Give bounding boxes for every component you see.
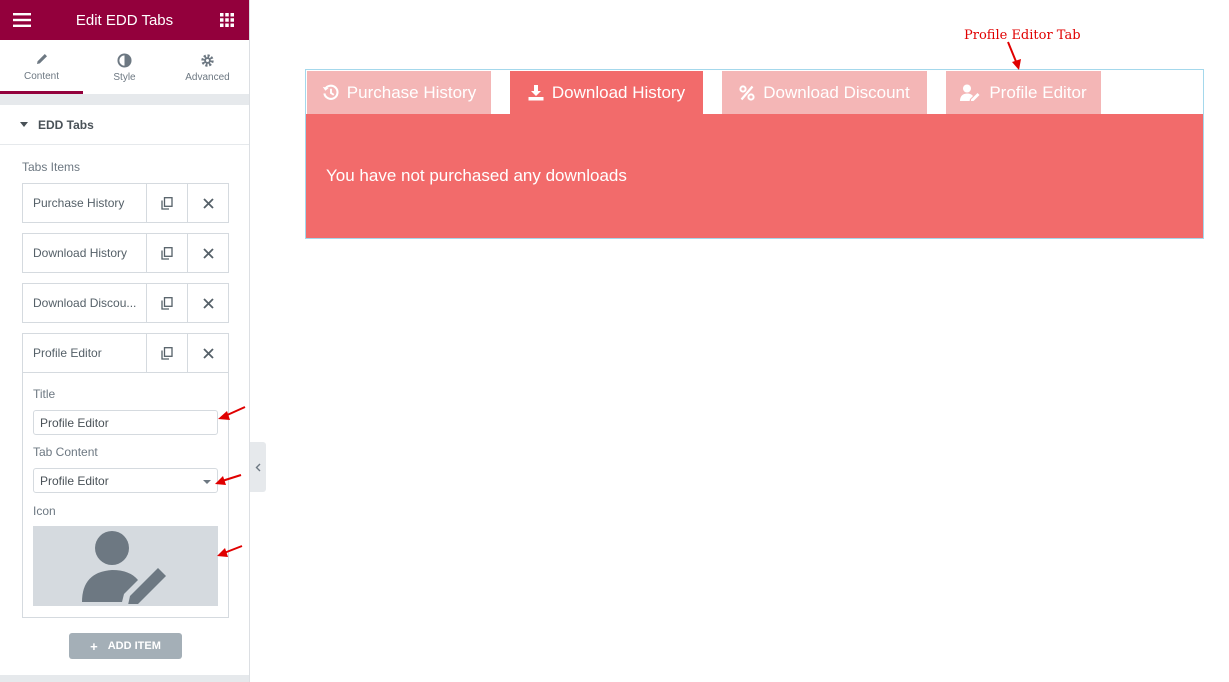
icon-picker[interactable] <box>33 526 218 606</box>
repeater-item: Download History <box>22 233 229 273</box>
tab-label: Purchase History <box>346 82 477 102</box>
edd-tabs-widget: Purchase History Download History Downlo… <box>305 69 1204 239</box>
user-edit-icon <box>960 84 981 101</box>
annotation-arrow <box>218 406 246 420</box>
tab-download-history[interactable]: Download History <box>510 71 703 114</box>
repeater-item-title[interactable]: Purchase History <box>23 184 146 222</box>
panel-tabs: Content Style Advanced <box>0 40 249 95</box>
title-input[interactable]: Profile Editor <box>33 410 218 435</box>
pencil-icon <box>35 50 49 68</box>
tab-label: Download Discount <box>763 82 910 102</box>
sidebar-title: Edit EDD Tabs <box>75 11 174 29</box>
section-edd-tabs[interactable]: EDD Tabs <box>0 105 249 145</box>
tab-label: Download History <box>551 82 686 102</box>
chevron-left-icon <box>255 463 261 471</box>
tab-profile-editor[interactable]: Profile Editor <box>946 71 1101 114</box>
tab-content-area: You have not purchased any downloads <box>306 114 1203 238</box>
annotation-arrow <box>1007 41 1021 70</box>
tab-purchase-history[interactable]: Purchase History <box>307 71 491 114</box>
duplicate-icon[interactable] <box>146 234 187 272</box>
sidebar-header: Edit EDD Tabs <box>0 0 249 40</box>
add-item-label: ADD ITEM <box>107 640 161 652</box>
duplicate-icon[interactable] <box>146 284 187 322</box>
close-icon[interactable] <box>187 184 228 222</box>
repeater-item-fields: Title Profile Editor Tab Content Profile… <box>22 373 229 618</box>
hamburger-menu-icon[interactable] <box>12 10 32 30</box>
tab-style-label: Style <box>113 72 136 83</box>
tab-content-field-label: Tab Content <box>33 445 98 459</box>
duplicate-icon[interactable] <box>146 184 187 222</box>
page: Edit EDD Tabs Content Style Advanced EDD… <box>0 0 1229 682</box>
editor-sidebar: Edit EDD Tabs Content Style Advanced EDD… <box>0 0 250 682</box>
tab-content-label: Content <box>23 70 60 82</box>
add-item-button[interactable]: + ADD ITEM <box>69 633 182 659</box>
repeater-item-title[interactable]: Download Discou... <box>23 284 146 322</box>
percent-icon <box>739 84 755 101</box>
annotation-arrow <box>217 545 243 557</box>
tab-advanced-label: Advanced <box>185 72 230 83</box>
icon-field-label: Icon <box>33 504 56 518</box>
tab-label: Profile Editor <box>989 82 1087 102</box>
tab-style[interactable]: Style <box>83 40 166 94</box>
user-edit-icon <box>81 531 166 604</box>
tab-advanced[interactable]: Advanced <box>166 40 249 94</box>
title-field-label: Title <box>33 387 56 401</box>
tab-content[interactable]: Content <box>0 40 83 94</box>
content-message: You have not purchased any downloads <box>326 166 627 185</box>
close-icon[interactable] <box>187 284 228 322</box>
widgets-grid-icon[interactable] <box>217 10 237 30</box>
close-icon[interactable] <box>187 334 228 372</box>
annotation-arrow <box>215 474 242 485</box>
caret-down-icon <box>20 122 28 127</box>
tabs-items-label: Tabs Items <box>22 160 81 174</box>
tab-download-discount[interactable]: Download Discount <box>722 71 927 114</box>
plus-icon: + <box>90 638 98 654</box>
repeater-item-title[interactable]: Profile Editor <box>23 334 146 372</box>
collapse-panel-button[interactable] <box>250 442 266 492</box>
chevron-down-icon <box>203 480 211 484</box>
contrast-icon <box>117 51 132 69</box>
tab-content-select[interactable]: Profile Editor <box>33 468 218 493</box>
section-title: EDD Tabs <box>38 117 94 132</box>
close-icon[interactable] <box>187 234 228 272</box>
duplicate-icon[interactable] <box>146 334 187 372</box>
repeater-item: Purchase History <box>22 183 229 223</box>
gear-icon <box>200 51 215 69</box>
repeater-item: Download Discou... <box>22 283 229 323</box>
repeater-item-expanded: Profile Editor <box>22 333 229 373</box>
tab-content-select-value: Profile Editor <box>40 473 109 488</box>
repeater-item-title[interactable]: Download History <box>23 234 146 272</box>
download-icon <box>528 84 544 101</box>
history-icon <box>322 84 339 101</box>
